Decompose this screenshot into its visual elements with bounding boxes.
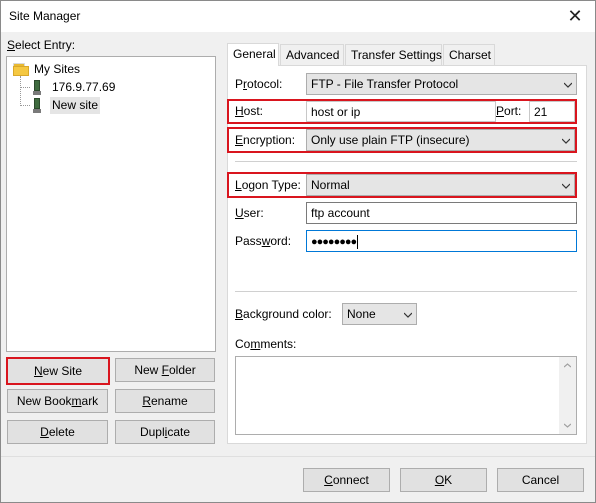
cancel-button[interactable]: Cancel — [497, 468, 584, 492]
tab-charset[interactable]: Charset — [443, 44, 495, 65]
comments-label: Comments: — [235, 337, 297, 351]
select-entry-label: Select Entry: — [7, 38, 76, 52]
password-input[interactable]: ●●●●●●●● — [306, 230, 577, 252]
title-bar: Site Manager ✕ — [1, 1, 595, 32]
host-label: Host: — [235, 104, 264, 118]
host-value: host or ip — [311, 105, 361, 119]
footer: Connect OK Cancel — [1, 456, 595, 502]
password-value: ●●●●●●●● — [311, 236, 357, 248]
user-label: User: — [235, 206, 264, 220]
new-site-button[interactable]: New Site — [6, 357, 110, 385]
new-folder-button[interactable]: New Folder — [115, 358, 215, 382]
chevron-down-icon — [564, 82, 572, 88]
background-color-label: Background color: — [235, 307, 332, 321]
window-title: Site Manager — [9, 9, 81, 23]
protocol-value: FTP - File Transfer Protocol — [311, 77, 459, 91]
logon-type-value: Normal — [311, 178, 350, 192]
delete-button[interactable]: Delete — [7, 420, 108, 444]
protocol-select[interactable]: FTP - File Transfer Protocol — [306, 73, 577, 95]
general-panel: Protocol: FTP - File Transfer Protocol H… — [227, 65, 587, 444]
protocol-label: Protocol: — [235, 77, 283, 91]
chevron-down-icon — [562, 183, 570, 189]
site-icon — [33, 80, 41, 96]
connect-button[interactable]: Connect — [303, 468, 390, 492]
close-icon[interactable]: ✕ — [563, 5, 587, 27]
tree-item-label: My Sites — [34, 62, 81, 76]
folder-icon — [13, 63, 29, 76]
password-label: Password: — [235, 234, 292, 248]
user-value: ftp account — [311, 206, 370, 220]
ok-button[interactable]: OK — [400, 468, 487, 492]
background-color-select[interactable]: None — [342, 303, 417, 325]
background-color-value: None — [347, 307, 376, 321]
user-input[interactable]: ftp account — [306, 202, 577, 224]
tree-item-label: 176.9.77.69 — [52, 80, 116, 94]
scroll-down-icon[interactable] — [564, 423, 571, 428]
tree-item-label-selected: New site — [50, 97, 101, 114]
tab-transfer-settings[interactable]: Transfer Settings — [345, 44, 442, 65]
scroll-up-icon[interactable] — [564, 363, 571, 368]
separator — [235, 291, 577, 292]
port-value: 21 — [534, 105, 548, 119]
port-label: Port: — [496, 104, 522, 118]
logon-type-label: Logon Type: — [235, 178, 301, 192]
encryption-value: Only use plain FTP (insecure) — [311, 133, 470, 147]
scrollbar[interactable] — [559, 357, 576, 434]
duplicate-button[interactable]: Duplicate — [115, 420, 215, 444]
port-input[interactable]: 21 — [529, 101, 575, 122]
site-icon — [33, 98, 41, 114]
logon-type-select[interactable]: Normal — [306, 174, 575, 196]
chevron-down-icon — [404, 312, 412, 318]
encryption-select[interactable]: Only use plain FTP (insecure) — [306, 129, 575, 151]
rename-button[interactable]: Rename — [115, 389, 215, 413]
host-input[interactable]: host or ip — [306, 101, 496, 122]
chevron-down-icon — [562, 138, 570, 144]
tab-advanced[interactable]: Advanced — [280, 44, 344, 65]
separator — [235, 161, 577, 162]
site-tree[interactable]: My Sites 176.9.77.69 New site — [6, 56, 216, 352]
comments-textarea[interactable] — [235, 356, 577, 435]
new-bookmark-button[interactable]: New Bookmark — [7, 389, 108, 413]
site-manager-window: Site Manager ✕ Select Entry: My Sites 17… — [0, 0, 596, 503]
tab-general[interactable]: General — [227, 43, 279, 66]
encryption-label: Encryption: — [235, 133, 296, 147]
